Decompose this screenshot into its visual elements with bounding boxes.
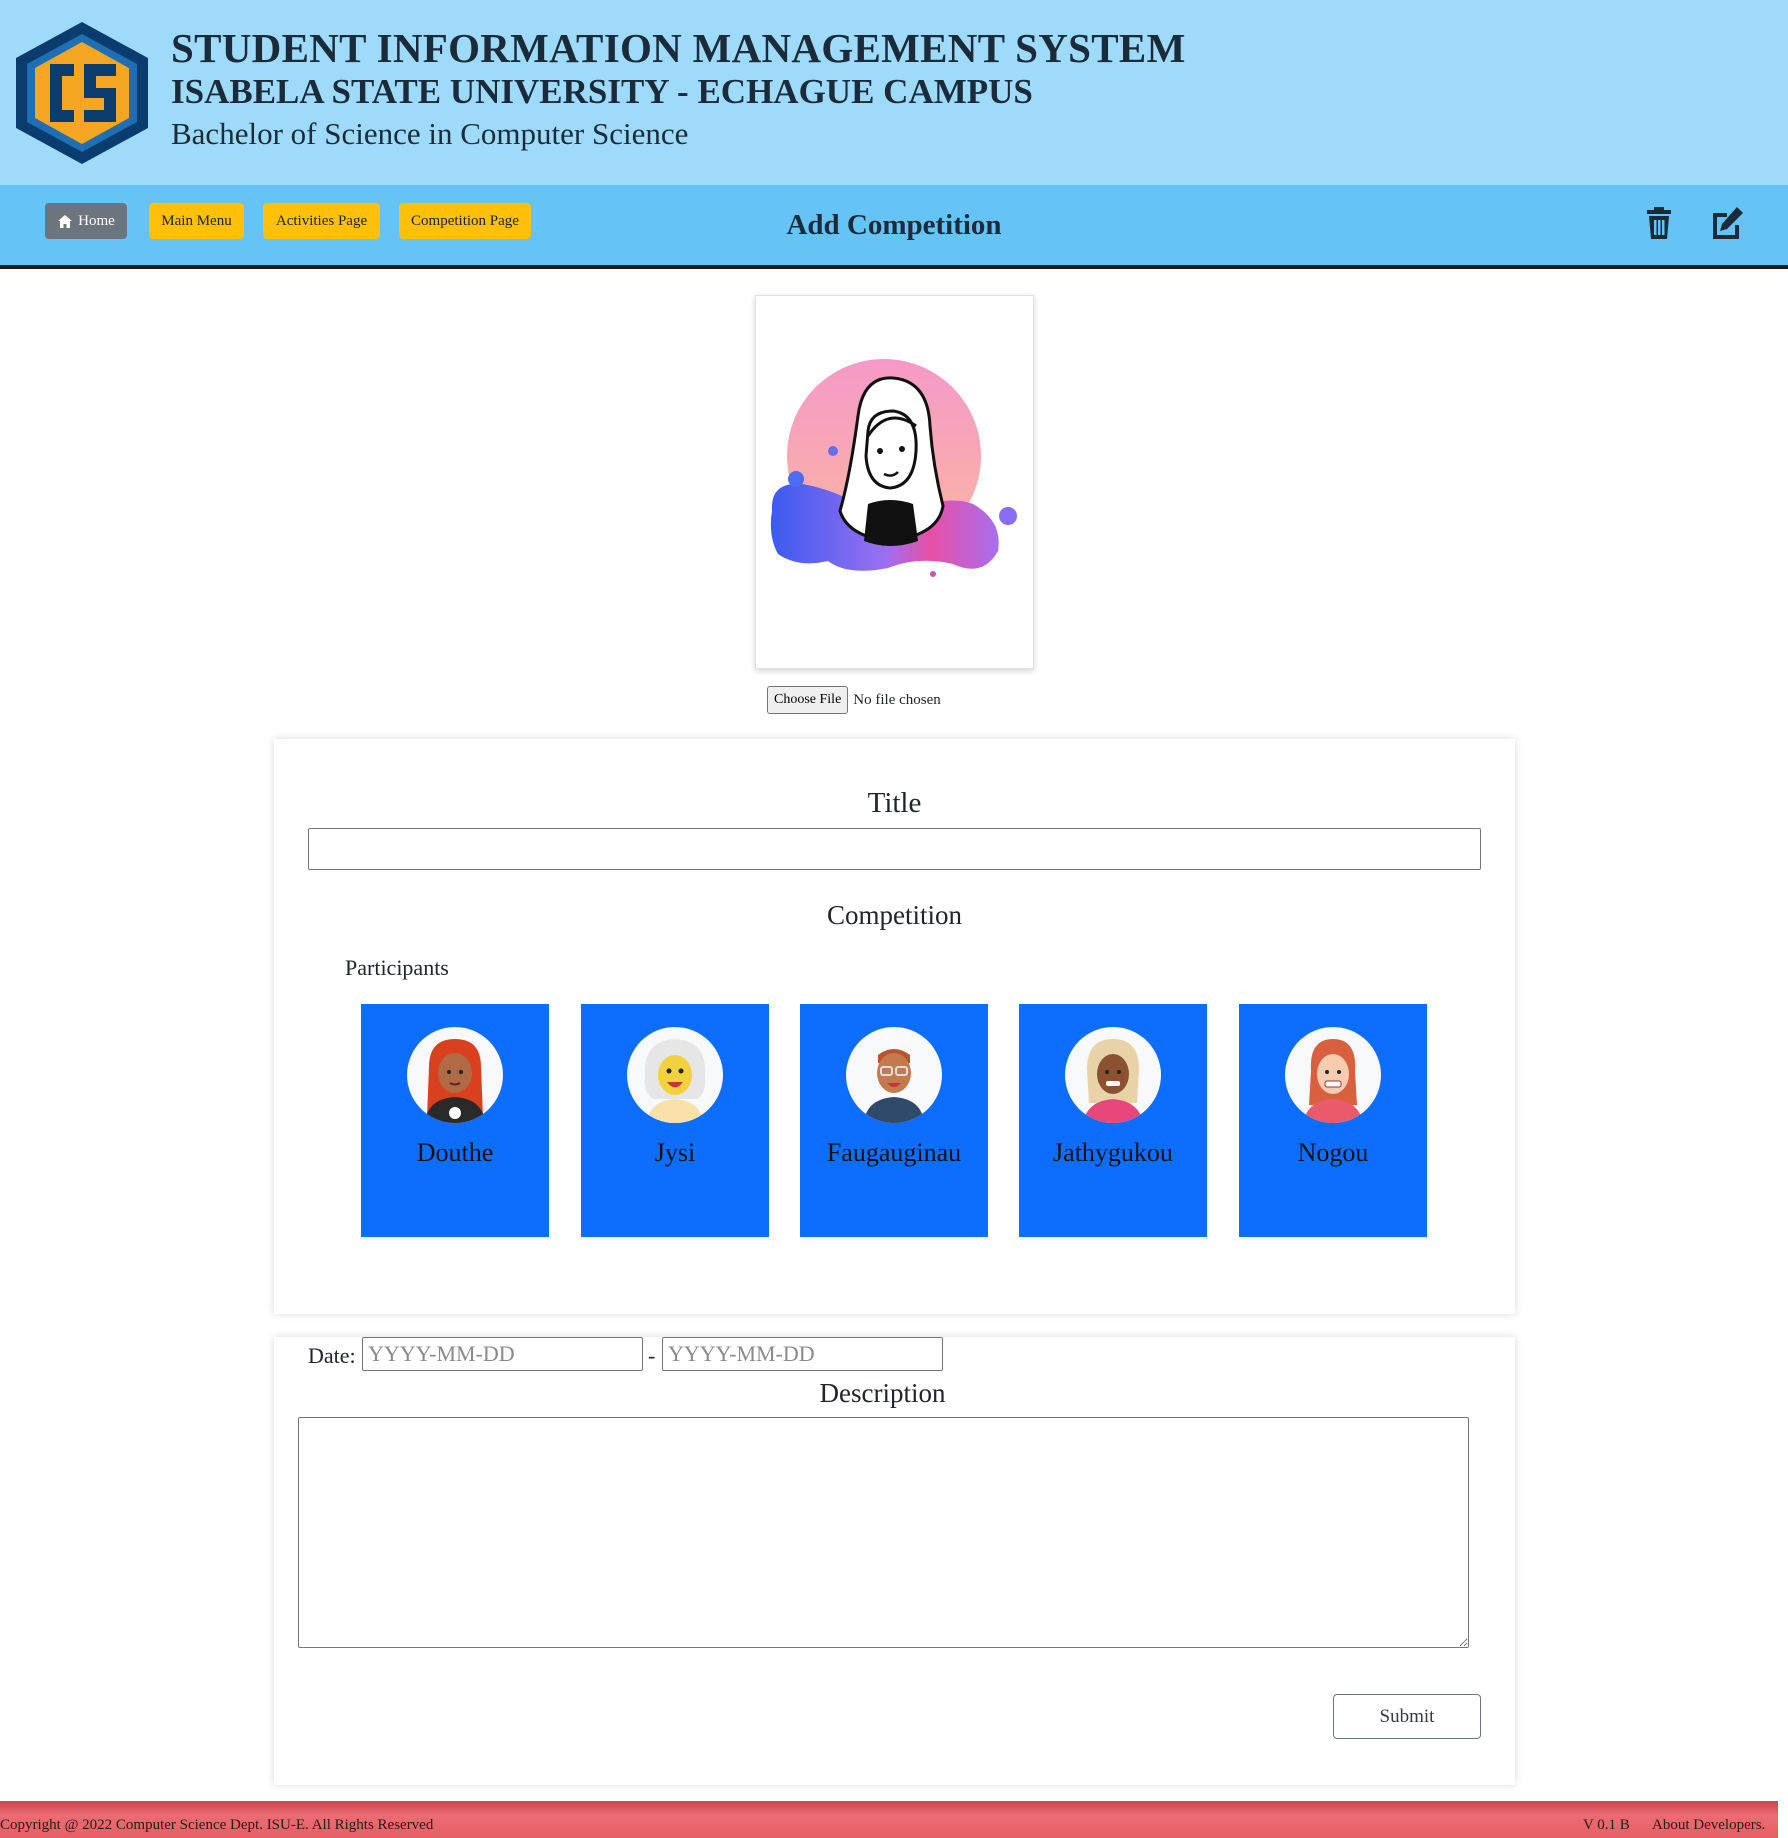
submit-button[interactable]: Submit (1333, 1694, 1481, 1739)
participant-name: Faugauginau (826, 1138, 962, 1167)
title-label: Title (867, 787, 922, 819)
participant-card[interactable]: Jathygukou (1019, 1004, 1207, 1237)
competition-image-preview (755, 295, 1034, 669)
avatar (627, 1027, 723, 1123)
participant-card[interactable]: Jysi (581, 1004, 769, 1237)
avatar-illustration (770, 359, 1017, 577)
participants-label: Participants (345, 955, 449, 980)
cs-logo-icon (16, 22, 148, 164)
main-menu-button[interactable]: Main Menu (149, 203, 244, 239)
participant-name: Nogou (1297, 1138, 1369, 1167)
copyright-text: Copyright @ 2022 Computer Science Dept. … (0, 1817, 434, 1833)
participant-card[interactable]: Douthe (361, 1004, 549, 1237)
choose-file-button[interactable]: Choose File (767, 686, 849, 714)
description-textarea[interactable] (298, 1417, 1469, 1648)
program-name: Bachelor of Science in Computer Science (171, 116, 689, 151)
home-icon (58, 214, 73, 228)
home-button[interactable]: Home (45, 203, 127, 239)
date-separator: - (648, 1343, 656, 1368)
footer: Copyright @ 2022 Computer Science Dept. … (0, 1801, 1778, 1838)
file-upload-row: Choose File No file chosen (767, 686, 941, 714)
competition-page-button[interactable]: Competition Page (399, 203, 531, 239)
version-text: V 0.1 B (1583, 1817, 1630, 1833)
activities-page-button[interactable]: Activities Page (263, 203, 380, 239)
trash-icon[interactable] (1641, 205, 1677, 241)
navbar: Home Main Menu Activities Page Competiti… (0, 185, 1788, 269)
title-input[interactable] (308, 828, 1481, 870)
participant-card[interactable]: Faugauginau (800, 1004, 988, 1237)
schedule-description-card: Date: - Description Submit (274, 1337, 1515, 1785)
avatar (407, 1027, 503, 1123)
participant-card[interactable]: Nogou (1239, 1004, 1427, 1237)
description-label: Description (819, 1378, 946, 1408)
competition-label: Competition (827, 900, 962, 930)
edit-icon[interactable] (1709, 205, 1745, 241)
home-button-label: Home (78, 212, 115, 229)
avatar (1285, 1027, 1381, 1123)
date-label: Date: (308, 1343, 356, 1368)
about-developers-link[interactable]: About Developers. (1652, 1817, 1765, 1834)
avatar (1065, 1027, 1161, 1123)
date-to-input[interactable] (662, 1337, 943, 1371)
date-from-input[interactable] (362, 1337, 643, 1371)
system-title: STUDENT INFORMATION MANAGEMENT SYSTEM (171, 25, 1186, 71)
participant-name: Jathygukou (1053, 1138, 1173, 1167)
participant-name: Douthe (416, 1138, 494, 1167)
site-header: STUDENT INFORMATION MANAGEMENT SYSTEM IS… (0, 0, 1788, 185)
participant-name: Jysi (654, 1138, 696, 1167)
university-name: ISABELA STATE UNIVERSITY - ECHAGUE CAMPU… (171, 72, 1033, 111)
file-status-text: No file chosen (853, 691, 941, 708)
avatar (846, 1027, 942, 1123)
competition-details-card: Title Competition Participants Douthe Jy… (274, 739, 1515, 1314)
